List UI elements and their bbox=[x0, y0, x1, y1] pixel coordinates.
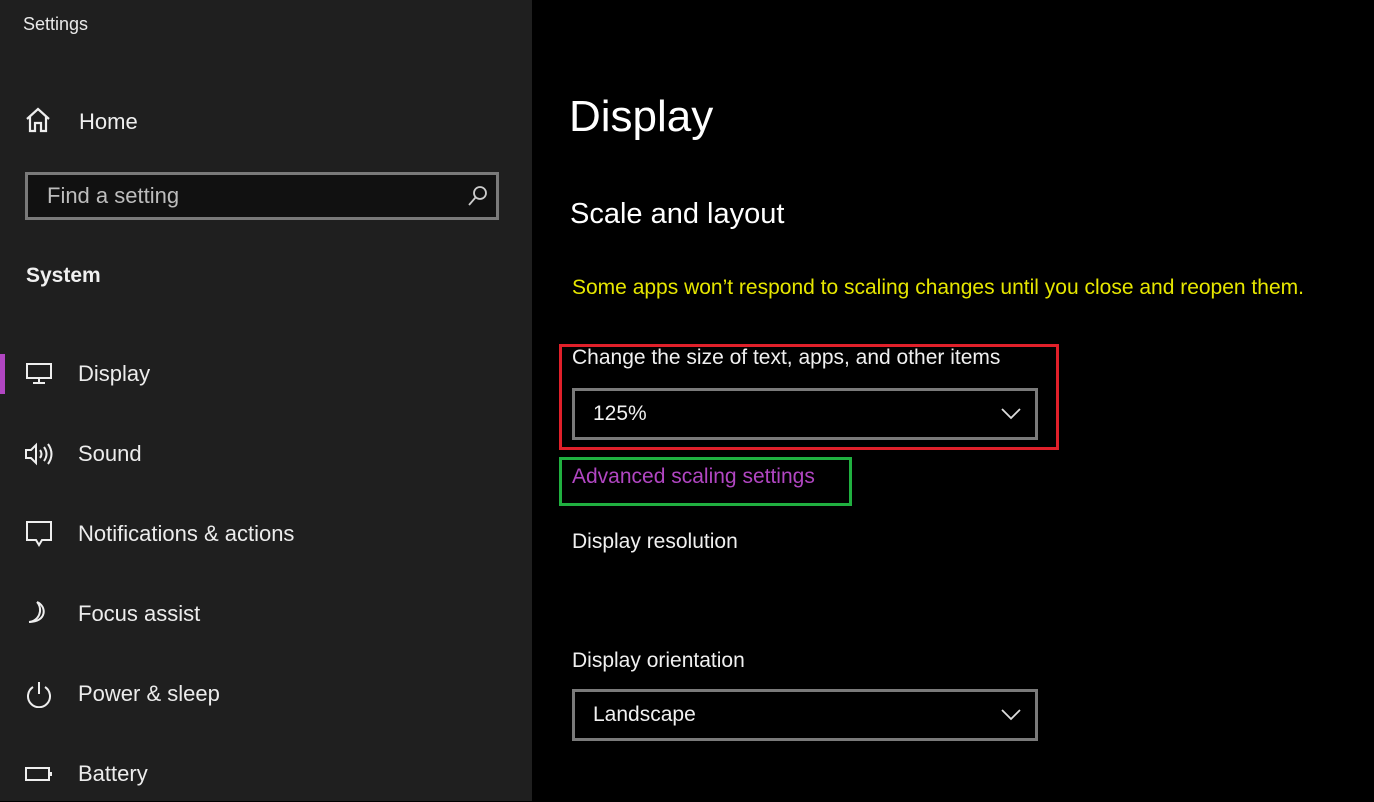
monitor-icon bbox=[24, 362, 54, 386]
scale-value: 125% bbox=[593, 402, 647, 425]
chevron-down-icon bbox=[1001, 709, 1021, 721]
notification-icon bbox=[24, 520, 54, 548]
app-title: Settings bbox=[23, 14, 89, 34]
power-icon bbox=[24, 680, 54, 708]
sidebar-item-label: Power & sleep bbox=[78, 681, 220, 706]
moon-icon bbox=[24, 600, 54, 628]
section-heading: System bbox=[26, 264, 101, 287]
sidebar-item-sound[interactable]: Sound bbox=[0, 426, 532, 482]
scaling-warning: Some apps won’t respond to scaling chang… bbox=[572, 276, 1304, 299]
sidebar-item-label: Battery bbox=[78, 761, 148, 786]
section-title: Scale and layout bbox=[570, 198, 785, 230]
speaker-icon bbox=[24, 441, 54, 467]
sidebar: Settings Home System Display bbox=[0, 0, 532, 801]
search-box[interactable] bbox=[25, 172, 499, 220]
sidebar-item-battery[interactable]: Battery bbox=[0, 746, 532, 802]
page-title: Display bbox=[569, 92, 714, 141]
sidebar-item-label: Sound bbox=[78, 441, 142, 466]
orientation-value: Landscape bbox=[593, 703, 696, 726]
main-content: Display Scale and layout Some apps won’t… bbox=[532, 0, 1374, 801]
sidebar-item-display[interactable]: Display bbox=[0, 346, 532, 402]
sidebar-item-label: Focus assist bbox=[78, 601, 201, 626]
orientation-dropdown[interactable]: Landscape bbox=[572, 689, 1038, 741]
resolution-label: Display resolution bbox=[572, 530, 738, 553]
sidebar-item-power-sleep[interactable]: Power & sleep bbox=[0, 666, 532, 722]
battery-icon bbox=[24, 766, 54, 782]
search-icon[interactable] bbox=[460, 185, 496, 207]
selected-indicator bbox=[0, 354, 5, 394]
sidebar-item-focus-assist[interactable]: Focus assist bbox=[0, 586, 532, 642]
scale-dropdown[interactable]: 125% bbox=[572, 388, 1038, 440]
home-nav-item[interactable]: Home bbox=[24, 104, 138, 140]
sidebar-item-label: Display bbox=[78, 361, 151, 386]
scale-label: Change the size of text, apps, and other… bbox=[572, 346, 1001, 369]
chevron-down-icon bbox=[1001, 408, 1021, 420]
home-icon bbox=[24, 106, 52, 139]
sidebar-item-label: Notifications & actions bbox=[78, 521, 295, 546]
sidebar-item-notifications[interactable]: Notifications & actions bbox=[0, 506, 532, 562]
advanced-scaling-link[interactable]: Advanced scaling settings bbox=[572, 465, 815, 489]
search-input[interactable] bbox=[28, 182, 460, 210]
orientation-label: Display orientation bbox=[572, 649, 745, 672]
home-label: Home bbox=[79, 109, 138, 134]
